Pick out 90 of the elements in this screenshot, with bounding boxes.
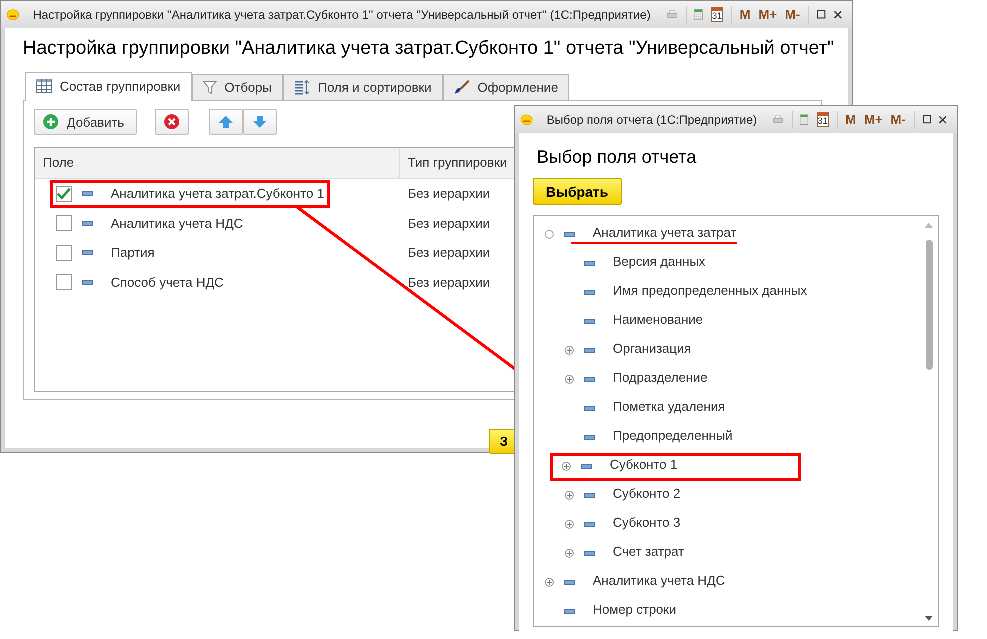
window-title: Настройка группировки ''Аналитика учета затрат.Субконто 1'' отчета ''Универсальный отчет'' (1С:Предприятие): [33, 8, 651, 22]
checkbox[interactable]: [56, 186, 72, 202]
brush-icon: [454, 80, 470, 95]
tree-item[interactable]: Субконто 1: [602, 457, 678, 476]
memory-button[interactable]: M-: [785, 7, 800, 22]
tree-item[interactable]: Аналитика учета НДС: [585, 573, 726, 592]
expand-icon[interactable]: [565, 520, 574, 529]
field-icon: [581, 464, 592, 469]
field-icon: [584, 551, 595, 556]
field-icon: [584, 493, 595, 498]
memory-button[interactable]: M: [740, 7, 751, 22]
arrow-down-icon: [252, 115, 268, 129]
table-cell-text: Без иерархии: [407, 274, 490, 290]
tree-item[interactable]: Организация: [605, 341, 692, 360]
maximize-icon[interactable]: [922, 113, 932, 126]
field-icon: [584, 435, 595, 440]
table-cell-text: Без иерархии: [407, 245, 490, 260]
field-icon: [564, 609, 575, 614]
expand-icon[interactable]: [565, 346, 574, 355]
form-heading: Настройка группировки "Аналитика учета затрат.Субконто 1" отчета "Универсальный отчет": [23, 38, 834, 60]
tree-item[interactable]: Счет затрат: [605, 544, 684, 563]
tab[interactable]: Поля и сортировки: [282, 74, 443, 100]
field-icon: [584, 406, 595, 411]
arrow-up-icon: [218, 115, 234, 129]
field-icon: [82, 250, 93, 256]
maximize-icon[interactable]: [817, 8, 826, 21]
field-icon: [584, 319, 595, 324]
move-up-button[interactable]: [209, 109, 244, 135]
table-cell-text: Без иерархии: [407, 186, 490, 202]
field-name: Аналитика учета затрат.Субконто 1: [110, 186, 324, 202]
field-icon: [82, 280, 93, 285]
memory-button[interactable]: M-: [890, 112, 906, 127]
field-icon: [564, 580, 575, 585]
close-icon[interactable]: [834, 8, 842, 20]
calendar-icon[interactable]: 31: [711, 7, 724, 22]
scroll-down-icon[interactable]: [925, 616, 933, 622]
expand-icon[interactable]: [565, 549, 574, 558]
plus-icon: [43, 114, 59, 130]
funnel-icon: [202, 80, 217, 94]
expanded-icon[interactable]: [545, 230, 554, 239]
tree-item[interactable]: Наименование: [605, 312, 704, 331]
sort-icon: [294, 80, 310, 95]
checkbox[interactable]: [56, 274, 72, 290]
select-button[interactable]: Выбрать: [533, 178, 622, 205]
move-down-button[interactable]: [243, 109, 278, 135]
field-icon: [584, 348, 595, 353]
calendar-icon[interactable]: 31: [816, 112, 829, 127]
expand-icon[interactable]: [565, 491, 574, 500]
memory-button[interactable]: M: [846, 112, 856, 127]
tree-item[interactable]: Подразделение: [605, 370, 708, 389]
memory-button[interactable]: M+: [864, 112, 883, 127]
tab[interactable]: Отборы: [192, 74, 283, 100]
scrollbar[interactable]: [924, 222, 934, 622]
tree-item[interactable]: Пометка удаления: [605, 399, 726, 418]
table-cell-text: Без иерархии: [407, 216, 490, 231]
tree-item[interactable]: Субконто 3: [605, 515, 681, 534]
close-icon[interactable]: [939, 114, 948, 126]
field-icon: [82, 220, 93, 226]
tree-item[interactable]: Номер строки: [585, 602, 676, 621]
column-header[interactable]: Поле: [35, 148, 400, 178]
checkbox[interactable]: [56, 215, 72, 232]
expand-icon[interactable]: [545, 578, 554, 587]
tab[interactable]: Оформление: [442, 74, 570, 100]
app-logo-icon: [7, 6, 20, 22]
table-icon: [36, 79, 52, 93]
window-title: Выбор поля отчета (1С:Предприятие): [546, 112, 758, 126]
field-icon: [82, 191, 93, 196]
tree-item[interactable]: Версия данных: [605, 254, 706, 273]
calculator-icon[interactable]: [694, 6, 704, 22]
field-name: Аналитика учета НДС: [110, 216, 244, 231]
tab[interactable]: Состав группировки: [25, 72, 192, 101]
tree-item[interactable]: Имя предопределенных данных: [605, 283, 808, 302]
checkbox[interactable]: [56, 244, 72, 261]
expand-icon[interactable]: [565, 375, 574, 384]
field-name: Способ учета НДС: [110, 274, 224, 290]
field-name: Партия: [110, 245, 155, 260]
expand-icon[interactable]: [562, 462, 571, 471]
delete-icon: [164, 114, 180, 130]
tree-item[interactable]: Субконто 2: [605, 486, 681, 505]
field-icon: [584, 261, 595, 266]
field-icon: [584, 290, 595, 295]
add-button[interactable]: Добавить: [34, 109, 138, 135]
dialog-heading: Выбор поля отчета: [537, 147, 698, 168]
field-icon: [564, 232, 575, 237]
tree-item[interactable]: Аналитика учета затрат: [571, 225, 737, 244]
tree-item[interactable]: Предопределенный: [605, 428, 733, 447]
field-icon: [584, 522, 595, 527]
memory-button[interactable]: M+: [758, 7, 778, 22]
delete-button[interactable]: [155, 109, 190, 135]
field-icon: [584, 377, 595, 382]
